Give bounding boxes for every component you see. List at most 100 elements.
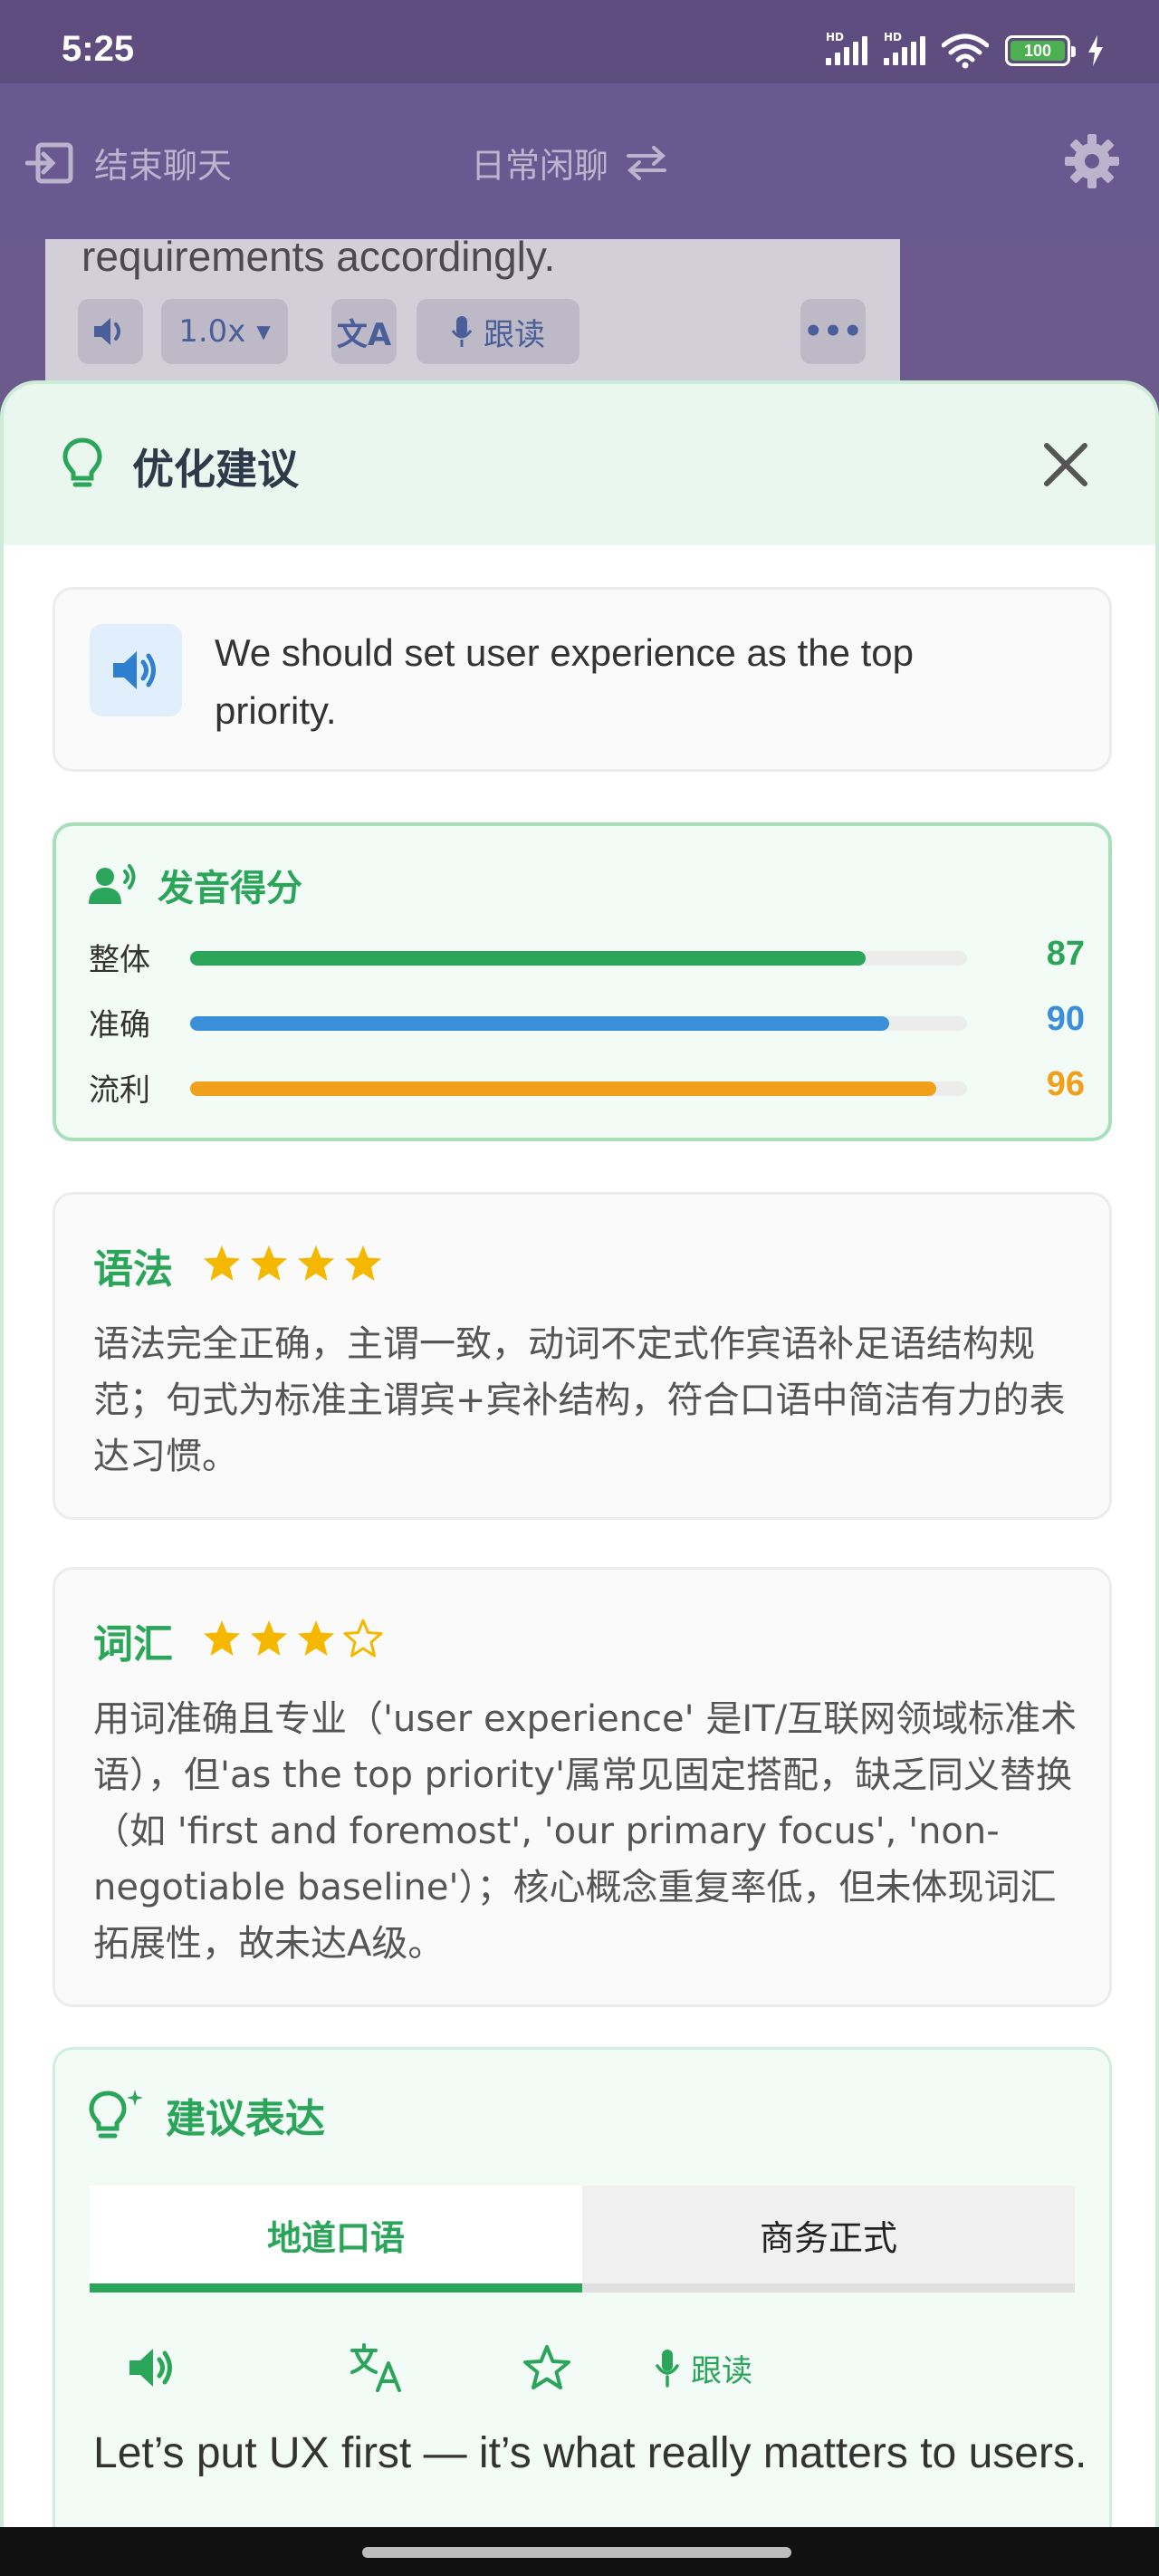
score-value: 96 (1046, 1065, 1085, 1103)
follow-read-label: 跟读 (691, 2352, 752, 2389)
star-filled-icon (249, 1619, 289, 1662)
background-message-text: requirements accordingly. (81, 233, 556, 280)
pronunciation-title: 发音得分 (158, 868, 302, 909)
star-filled-icon (296, 1244, 336, 1287)
signal-icon: HD (884, 31, 925, 65)
navigation-bar (0, 2527, 1159, 2576)
charging-icon (1088, 35, 1103, 66)
translate-icon: 文A (336, 316, 392, 353)
end-chat-label: 结束聊天 (94, 146, 233, 186)
app-bar: 结束聊天 日常闲聊 (0, 83, 1159, 239)
background-message: requirements accordingly. 1.0x ▼ 文A 跟读 •… (45, 233, 900, 402)
sentence-card: We should set user experience as the top… (53, 587, 1112, 772)
score-bar-fill (190, 1016, 890, 1031)
pronunciation-card: 发音得分 整体 87 准确 90 流利 96 (53, 822, 1112, 1141)
swap-icon (627, 145, 667, 180)
tab-indicator (90, 2283, 1075, 2292)
status-bar: 5:25 HD HD 100 (0, 0, 1159, 83)
sheet-header: 优化建议 (4, 384, 1155, 545)
optimization-sheet: 优化建议 We should set user experience as th… (0, 380, 1159, 2576)
score-value: 90 (1046, 1000, 1085, 1038)
score-bar-track (190, 1081, 967, 1096)
expression-actions: 跟读 (90, 2336, 1075, 2399)
speed-dropdown[interactable]: 1.0x ▼ (161, 299, 288, 364)
expression-tabs: 地道口语 商务正式 (90, 2186, 1075, 2292)
translate-expression-button[interactable] (349, 2336, 403, 2399)
score-label: 整体 (89, 942, 150, 978)
caret-down-icon: ▼ (256, 321, 271, 342)
vocabulary-title: 词汇 (93, 1621, 173, 1668)
mode-switch[interactable]: 日常闲聊 (471, 138, 668, 187)
speaker-icon (113, 651, 156, 689)
favorite-button[interactable] (522, 2336, 571, 2399)
home-indicator[interactable] (362, 2547, 791, 2558)
idea-sparkle-icon (89, 2090, 143, 2139)
speaker-icon (129, 2349, 172, 2387)
sentence-text: We should set user experience as the top… (215, 631, 915, 732)
star-filled-icon (202, 1619, 242, 1662)
score-bar-track (190, 951, 967, 966)
tab-colloquial[interactable]: 地道口语 (90, 2186, 582, 2283)
grammar-title: 语法 (93, 1246, 173, 1293)
vocabulary-rating (202, 1619, 383, 1662)
exit-icon (25, 142, 73, 183)
speed-value: 1.0x (178, 313, 246, 350)
pronunciation-header: 发音得分 (89, 859, 302, 911)
score-row: 流利 96 (89, 1065, 1085, 1110)
score-bar-fill (190, 1081, 936, 1096)
follow-read-label: 跟读 (484, 316, 545, 353)
grammar-rating (202, 1244, 383, 1287)
translate-button[interactable]: 文A (331, 299, 397, 364)
score-bar-track (190, 1016, 967, 1031)
star-filled-icon (343, 1244, 383, 1287)
battery-icon: 100 (1005, 35, 1076, 66)
star-outline-icon (523, 2345, 570, 2389)
star-filled-icon (249, 1244, 289, 1287)
play-expression-button[interactable] (128, 2336, 177, 2399)
speaker-icon (94, 318, 120, 345)
grammar-header: 语法 (93, 1236, 383, 1294)
star-filled-icon (202, 1244, 242, 1287)
score-label: 流利 (89, 1072, 150, 1109)
score-bar-fill (190, 951, 867, 966)
mode-label: 日常闲聊 (471, 146, 609, 186)
speaking-person-icon (89, 864, 136, 904)
suggestion-title: 建议表达 (166, 2096, 325, 2142)
settings-button[interactable] (1063, 132, 1121, 194)
grammar-text: 语法完全正确，主谓一致，动词不定式作宾语补足语结构规范；句式为标准主谓宾+宾补结… (93, 1323, 1066, 1477)
status-icons: HD HD 100 (826, 31, 1105, 69)
tab-business[interactable]: 商务正式 (582, 2186, 1075, 2283)
score-label: 准确 (89, 1007, 150, 1043)
more-icon: ••• (803, 313, 863, 350)
score-row: 准确 90 (89, 1000, 1085, 1045)
mic-icon (451, 316, 473, 347)
score-value: 87 (1046, 935, 1085, 973)
wifi-icon (942, 34, 989, 69)
suggestion-card: 建议表达 地道口语 商务正式 跟读 Let’s put UX first — i… (53, 2047, 1112, 2576)
status-time: 5:25 (62, 29, 135, 69)
play-sentence-button[interactable] (90, 624, 182, 716)
battery-level: 100 (1011, 41, 1065, 61)
signal-icon: HD (826, 31, 867, 65)
grammar-card: 语法 语法完全正确，主谓一致，动词不定式作宾语补足语结构规范；句式为标准主谓宾+… (53, 1192, 1112, 1520)
more-button[interactable]: ••• (800, 299, 866, 364)
follow-read-expression-button[interactable]: 跟读 (655, 2336, 752, 2399)
star-filled-icon (296, 1619, 336, 1662)
follow-read-button[interactable]: 跟读 (417, 299, 580, 364)
suggested-expression: Let’s put UX first — it’s what really ma… (93, 2429, 1087, 2477)
vocabulary-text: 用词准确且专业（'user experience' 是IT/互联网领域标准术语）… (93, 1698, 1078, 1965)
lightbulb-icon (62, 437, 102, 487)
vocabulary-card: 词汇 用词准确且专业（'user experience' 是IT/互联网领域标准… (53, 1567, 1112, 2007)
score-row: 整体 87 (89, 935, 1085, 980)
end-chat-button[interactable]: 结束聊天 (25, 138, 232, 187)
suggestion-header: 建议表达 (88, 2086, 325, 2144)
play-audio-button[interactable] (78, 299, 143, 364)
sheet-title: 优化建议 (132, 445, 299, 494)
close-button[interactable] (1039, 438, 1092, 491)
gear-icon (1065, 134, 1119, 188)
close-icon (1044, 443, 1087, 486)
vocabulary-header: 词汇 (93, 1611, 383, 1669)
mic-icon (656, 2350, 679, 2388)
star-outline-icon (343, 1619, 383, 1662)
translate-icon (350, 2343, 401, 2392)
